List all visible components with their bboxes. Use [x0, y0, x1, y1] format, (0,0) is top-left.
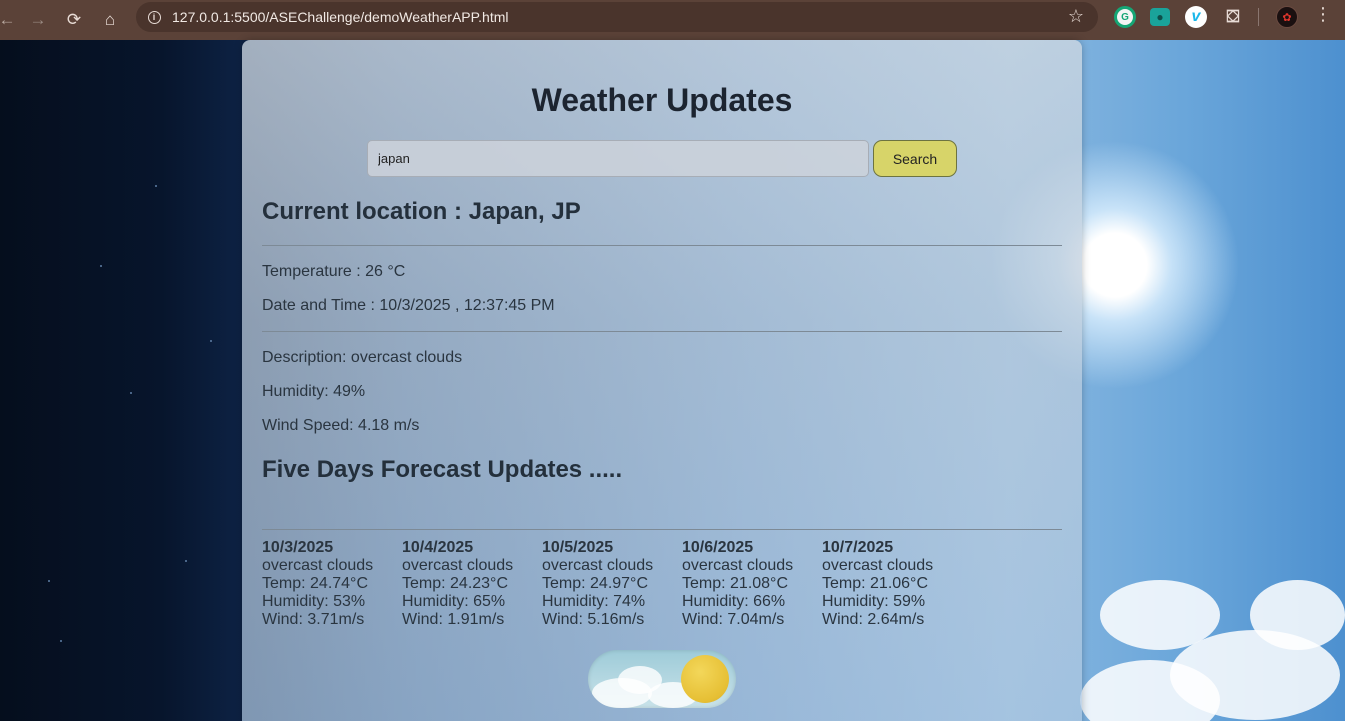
forecast-date: 10/7/2025: [822, 539, 894, 556]
wind-speed-text: Wind Speed: 4.18 m/s: [262, 417, 420, 434]
forecast-wind: Wind: 1.91m/s: [402, 611, 505, 628]
forecast-title: Five Days Forecast Updates .....: [262, 456, 623, 483]
forecast-description: overcast clouds: [542, 557, 654, 574]
bookmark-star-icon[interactable]: ☆: [1068, 6, 1084, 27]
forecast-temp: Temp: 21.08°C: [682, 575, 789, 592]
divider: [262, 529, 1062, 530]
home-icon[interactable]: ⌂: [92, 4, 128, 36]
browser-toolbar: ← → ⟳ ⌂ i 127.0.0.1:5500/ASEChallenge/de…: [0, 0, 1345, 40]
forecast-humidity: Humidity: 74%: [542, 593, 646, 610]
star-dot: [48, 580, 50, 582]
datetime-text: Date and Time : 10/3/2025 , 12:37:45 PM: [262, 297, 555, 314]
forecast-humidity: Humidity: 65%: [402, 593, 506, 610]
forecast-wind: Wind: 2.64m/s: [822, 611, 925, 628]
forecast-date: 10/4/2025: [402, 539, 474, 556]
forecast-description: overcast clouds: [822, 557, 934, 574]
forecast-list: 10/3/2025 overcast clouds Temp: 24.74°C …: [262, 539, 962, 629]
puzzle-icon[interactable]: ⛋: [1222, 6, 1244, 28]
forecast-day: 10/7/2025 overcast clouds Temp: 21.06°C …: [822, 539, 962, 629]
reload-icon[interactable]: ⟳: [56, 4, 92, 36]
search-button[interactable]: Search: [873, 140, 957, 177]
toolbar-divider: [1258, 8, 1259, 26]
forecast-day: 10/3/2025 overcast clouds Temp: 24.74°C …: [262, 539, 402, 629]
forecast-wind: Wind: 3.71m/s: [262, 611, 365, 628]
humidity-text: Humidity: 49%: [262, 383, 366, 400]
forecast-temp: Temp: 24.97°C: [542, 575, 649, 592]
star-dot: [210, 340, 212, 342]
forecast-humidity: Humidity: 66%: [682, 593, 786, 610]
site-info-icon[interactable]: i: [138, 2, 170, 32]
forecast-date: 10/5/2025: [542, 539, 614, 556]
forecast-description: overcast clouds: [682, 557, 794, 574]
forecast-date: 10/6/2025: [682, 539, 754, 556]
weather-card: Weather Updates Search Current location …: [242, 40, 1082, 721]
temperature-text: Temperature : 26 °C: [262, 263, 406, 280]
page-title: Weather Updates: [531, 82, 793, 118]
star-dot: [60, 640, 62, 642]
star-dot: [130, 392, 132, 394]
url-text[interactable]: 127.0.0.1:5500/ASEChallenge/demoWeatherA…: [172, 9, 509, 25]
sun-icon[interactable]: [681, 655, 729, 703]
divider: [262, 331, 1062, 332]
description-text: Description: overcast clouds: [262, 349, 463, 366]
forward-icon[interactable]: →: [20, 4, 56, 36]
search-input[interactable]: [367, 140, 869, 177]
profile-icon[interactable]: ✿: [1276, 6, 1298, 28]
star-dot: [185, 560, 187, 562]
divider: [262, 245, 1062, 246]
forecast-wind: Wind: 5.16m/s: [542, 611, 645, 628]
star-dot: [100, 265, 102, 267]
forecast-temp: Temp: 24.23°C: [402, 575, 509, 592]
theme-toggle[interactable]: [588, 650, 736, 708]
grammarly-icon[interactable]: G: [1114, 6, 1136, 28]
forecast-temp: Temp: 21.06°C: [822, 575, 929, 592]
forecast-day: 10/4/2025 overcast clouds Temp: 24.23°C …: [402, 539, 542, 629]
menu-kebab-icon[interactable]: ⋮: [1314, 4, 1332, 25]
star-dot: [155, 185, 157, 187]
chat-extension-icon[interactable]: ●: [1150, 8, 1170, 26]
vimeo-icon[interactable]: v: [1185, 6, 1207, 28]
forecast-humidity: Humidity: 53%: [262, 593, 366, 610]
forecast-description: overcast clouds: [262, 557, 374, 574]
forecast-humidity: Humidity: 59%: [822, 593, 926, 610]
forecast-day: 10/6/2025 overcast clouds Temp: 21.08°C …: [682, 539, 822, 629]
forecast-temp: Temp: 24.74°C: [262, 575, 369, 592]
forecast-day: 10/5/2025 overcast clouds Temp: 24.97°C …: [542, 539, 682, 629]
forecast-description: overcast clouds: [402, 557, 514, 574]
forecast-date: 10/3/2025: [262, 539, 334, 556]
forecast-wind: Wind: 7.04m/s: [682, 611, 785, 628]
current-location: Current location : Japan, JP: [262, 198, 581, 225]
address-bar[interactable]: i 127.0.0.1:5500/ASEChallenge/demoWeathe…: [136, 2, 1098, 32]
back-icon[interactable]: ←: [0, 4, 16, 36]
cloud: [1250, 580, 1345, 650]
